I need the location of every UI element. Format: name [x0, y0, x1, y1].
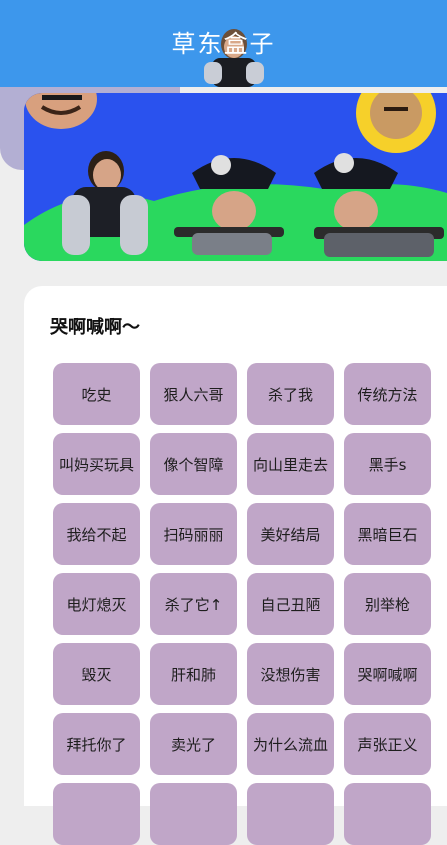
sound-button[interactable]: 传统方法 [344, 363, 431, 425]
sound-card: 哭啊喊啊～ 吃史 狠人六哥 杀了我 传统方法 叫妈买玩具 像个智障 向山里走去 … [24, 286, 447, 845]
sound-button[interactable]: 自己丑陋 [247, 573, 334, 635]
sound-button[interactable]: 没想伤害 [247, 643, 334, 705]
sound-button[interactable]: 杀了它↑ [150, 573, 237, 635]
sound-button[interactable]: 哭啊喊啊 [344, 643, 431, 705]
sound-button[interactable] [150, 783, 237, 845]
sound-button[interactable] [344, 783, 431, 845]
sound-button[interactable]: 美好结局 [247, 503, 334, 565]
sound-button[interactable]: 杀了我 [247, 363, 334, 425]
section-title: 哭啊喊啊～ [50, 317, 140, 338]
sound-button[interactable]: 卖光了 [150, 713, 237, 775]
sound-button[interactable]: 电灯熄灭 [53, 573, 140, 635]
sound-button[interactable]: 狠人六哥 [150, 363, 237, 425]
sound-button[interactable]: 肝和肺 [150, 643, 237, 705]
sound-button[interactable]: 毁灭 [53, 643, 140, 705]
sound-button[interactable]: 拜托你了 [53, 713, 140, 775]
sound-button[interactable]: 黑手s [344, 433, 431, 495]
banner-image[interactable] [24, 93, 447, 261]
sound-button-grid: 吃史 狠人六哥 杀了我 传统方法 叫妈买玩具 像个智障 向山里走去 黑手s 我给… [53, 363, 431, 845]
app-bar: 草东盒子 [0, 0, 447, 87]
sound-button[interactable]: 像个智障 [150, 433, 237, 495]
sound-button[interactable]: 吃史 [53, 363, 140, 425]
sound-button[interactable] [53, 783, 140, 845]
sound-button[interactable]: 我给不起 [53, 503, 140, 565]
sound-button[interactable]: 为什么流血 [247, 713, 334, 775]
app-title: 草东盒子 [171, 30, 276, 58]
sound-button[interactable]: 扫码丽丽 [150, 503, 237, 565]
sound-button[interactable]: 向山里走去 [247, 433, 334, 495]
sound-button[interactable]: 别举枪 [344, 573, 431, 635]
sound-button[interactable]: 声张正义 [344, 713, 431, 775]
sound-button[interactable] [247, 783, 334, 845]
sound-button[interactable]: 黑暗巨石 [344, 503, 431, 565]
sound-button[interactable]: 叫妈买玩具 [53, 433, 140, 495]
